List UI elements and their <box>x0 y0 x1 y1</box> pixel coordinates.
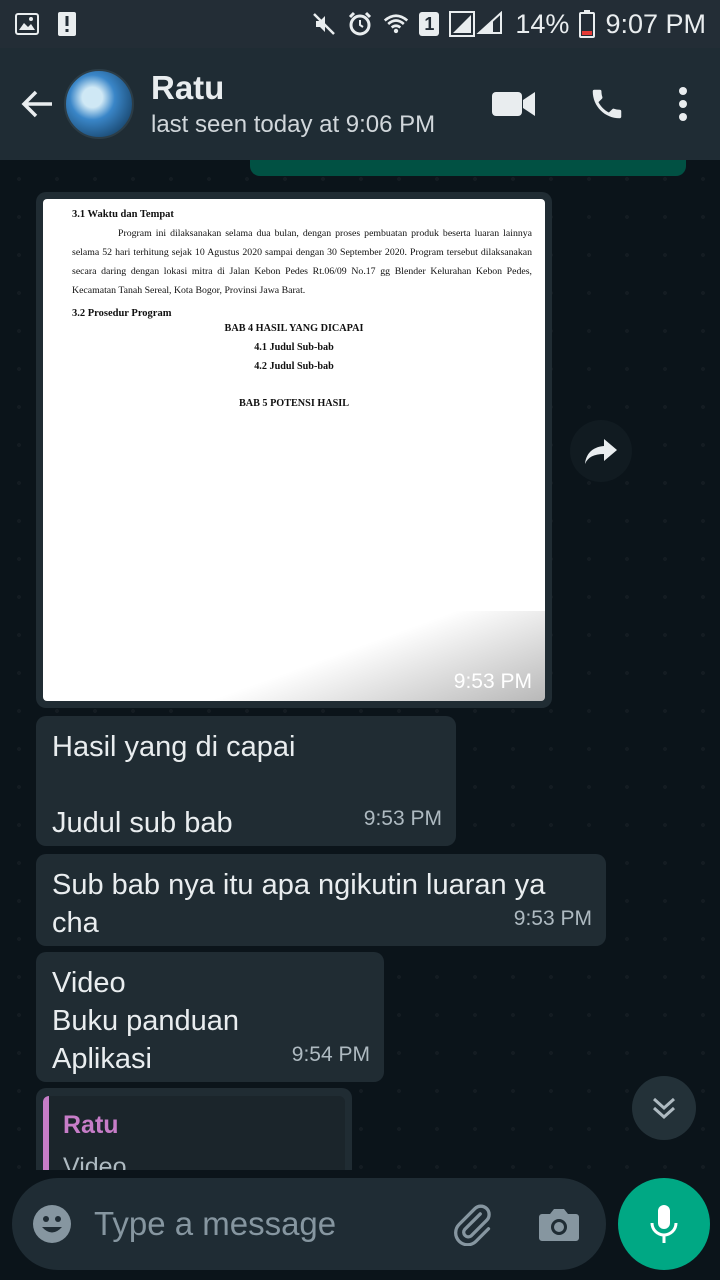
message-text: Sub bab nya itu apa ngikutin luaran ya <box>52 869 546 901</box>
battery-icon <box>579 10 596 38</box>
camera-icon <box>539 1209 579 1241</box>
more-options-button[interactable] <box>678 86 688 122</box>
doc-paragraph: Program ini dilaksanakan selama dua bula… <box>72 228 532 296</box>
forward-icon <box>585 439 617 464</box>
emoji-button[interactable] <box>32 1204 72 1244</box>
sim-badge: 1 <box>419 12 440 36</box>
message-time: 9:53 PM <box>513 907 592 930</box>
message-text: Buku panduan <box>52 1005 240 1037</box>
message-time: 9:53 PM <box>453 670 532 693</box>
doc-heading-2: 3.2 Prosedur Program <box>72 308 172 319</box>
avatar[interactable] <box>64 69 134 139</box>
mic-icon <box>650 1205 678 1243</box>
doc-bab5: BAB 5 POTENSI HASIL <box>238 398 350 409</box>
quoted-text: Video <box>63 1153 127 1170</box>
alert-icon <box>54 11 80 37</box>
back-arrow-icon <box>21 90 52 118</box>
camera-button[interactable] <box>538 1206 580 1242</box>
doc-sub1: 4.1 Judul Sub-bab <box>254 342 334 353</box>
quoted-sender: Ratu <box>63 1111 119 1139</box>
message-bubble[interactable]: Hasil yang di capai Judul sub bab 9:53 P… <box>36 716 456 846</box>
battery-percent: 14% <box>515 8 570 39</box>
message-composer <box>12 1178 606 1270</box>
doc-sub2: 4.2 Judul Sub-bab <box>254 361 334 372</box>
phone-icon <box>592 89 622 119</box>
scroll-down-icon <box>652 1097 676 1120</box>
last-seen: last seen today at 9:06 PM <box>151 111 436 138</box>
document-image[interactable]: 3.1 Waktu dan Tempat Program ini dilaksa… <box>43 199 545 701</box>
video-call-icon <box>492 92 535 116</box>
quoted-message[interactable]: Ratu Video <box>43 1096 345 1170</box>
alarm-icon <box>347 11 373 37</box>
forward-button[interactable] <box>570 420 632 482</box>
voice-message-button[interactable] <box>618 1178 710 1270</box>
chat-header: Ratu last seen today at 9:06 PM <box>0 48 720 160</box>
contact-name: Ratu <box>151 69 225 106</box>
wifi-icon <box>383 11 409 37</box>
message-bubble[interactable]: Video Buku panduan Aplikasi 9:54 PM <box>36 952 384 1082</box>
reply-message-bubble[interactable]: Ratu Video <box>36 1088 352 1170</box>
message-time: 9:53 PM <box>363 807 442 830</box>
more-vert-icon <box>679 87 687 121</box>
status-bar: 1 14% 9:07 PM <box>0 0 720 48</box>
contact-info[interactable]: Ratu last seen today at 9:06 PM <box>151 69 435 139</box>
clock: 9:07 PM <box>605 8 706 39</box>
attach-button[interactable] <box>450 1202 494 1246</box>
input-bar <box>0 1170 720 1280</box>
mute-icon <box>311 11 337 37</box>
scroll-to-bottom-button[interactable] <box>632 1076 696 1140</box>
back-button[interactable] <box>10 74 64 134</box>
message-bubble[interactable]: Sub bab nya itu apa ngikutin luaran ya c… <box>36 854 606 946</box>
message-text: Video <box>52 967 126 999</box>
voice-call-button[interactable] <box>588 85 626 123</box>
chat-area[interactable]: 3.1 Waktu dan Tempat Program ini dilaksa… <box>0 160 720 1170</box>
message-text: cha <box>52 907 99 939</box>
doc-heading-1: 3.1 Waktu dan Tempat <box>72 209 174 220</box>
video-call-button[interactable] <box>492 90 536 118</box>
doc-bab4: BAB 4 HASIL YANG DICAPAI <box>224 323 364 334</box>
image-message[interactable]: 3.1 Waktu dan Tempat Program ini dilaksa… <box>36 192 552 708</box>
message-text: Hasil yang di capai <box>52 731 296 763</box>
emoji-icon <box>33 1205 71 1243</box>
previous-outgoing-message[interactable] <box>250 160 686 176</box>
signal-icon <box>449 11 505 37</box>
message-input[interactable] <box>94 1205 424 1243</box>
message-time: 9:54 PM <box>291 1043 370 1066</box>
gallery-icon <box>14 11 40 37</box>
attach-icon <box>454 1204 491 1246</box>
